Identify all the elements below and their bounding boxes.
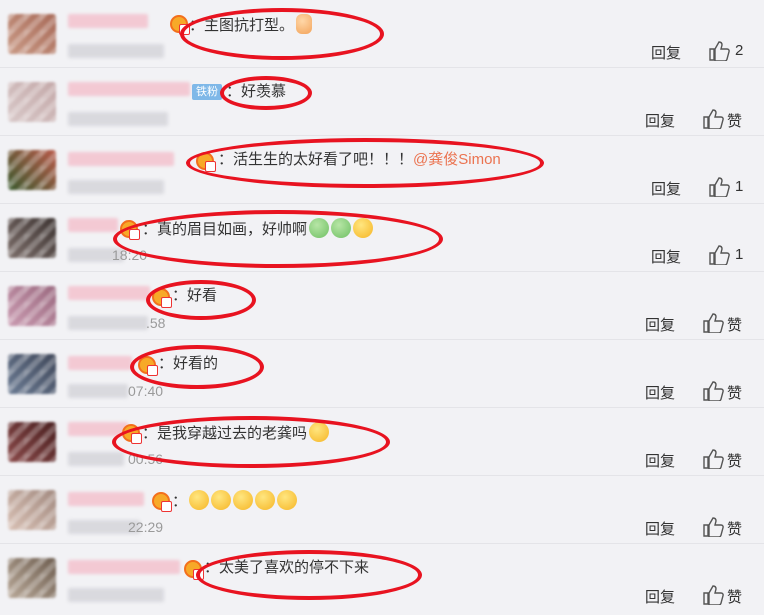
reply-button[interactable]: 回复 — [651, 178, 681, 199]
like-icon[interactable] — [708, 177, 730, 197]
like-count: 赞 — [727, 521, 743, 538]
like-icon[interactable] — [702, 449, 724, 469]
avatar[interactable] — [8, 354, 56, 394]
timestamp: .58 — [146, 315, 166, 331]
like-icon[interactable] — [702, 381, 724, 401]
like-count: 赞 — [727, 589, 743, 606]
comment-row: ：太美了喜欢的停不下来 回复 赞 — [0, 544, 764, 612]
reply-button[interactable]: 回复 — [645, 110, 675, 131]
like-count: 2 — [735, 42, 744, 59]
reply-button[interactable]: 回复 — [651, 42, 681, 63]
comment-row: ： 22:29 回复 赞 — [0, 476, 764, 544]
reply-button[interactable]: 回复 — [645, 450, 675, 471]
like-count: 赞 — [727, 453, 743, 470]
like-count: 1 — [735, 246, 744, 263]
timestamp-blur — [68, 384, 128, 398]
highlight-oval — [130, 345, 264, 389]
username[interactable] — [68, 286, 150, 300]
avatar[interactable] — [8, 558, 56, 598]
vip-icon — [152, 492, 172, 512]
avatar[interactable] — [8, 490, 56, 530]
avatar[interactable] — [8, 422, 56, 462]
emoji-icon — [277, 490, 298, 510]
comment-row: ：是我穿越过去的老龚吗 00:56 回复 赞 — [0, 408, 764, 476]
timestamp: 07:40 — [128, 383, 164, 399]
highlight-oval — [146, 280, 256, 320]
avatar[interactable] — [8, 14, 56, 54]
comment-row: ：活生生的太好看了吧！！！@龚俊Simon 回复 1 — [0, 136, 764, 204]
reply-button[interactable]: 回复 — [645, 518, 675, 539]
reply-button[interactable]: 回复 — [645, 382, 675, 403]
highlight-oval — [220, 76, 312, 110]
comment-row: ：主图抗打型。 回复 2 — [0, 0, 764, 68]
emoji-icon — [233, 490, 254, 510]
highlight-oval — [186, 138, 544, 188]
reply-button[interactable]: 回复 — [651, 246, 681, 267]
like-icon[interactable] — [702, 517, 724, 537]
comment-row: 铁粉 ：好羡慕 回复 赞 — [0, 68, 764, 136]
timestamp-blur — [68, 452, 124, 466]
like-count: 赞 — [727, 317, 743, 334]
reply-button[interactable]: 回复 — [645, 314, 675, 335]
comment-text: ： — [172, 490, 298, 512]
like-icon[interactable] — [702, 109, 724, 129]
username[interactable] — [68, 218, 118, 232]
timestamp: 22:29 — [128, 519, 164, 535]
timestamp — [68, 44, 164, 58]
highlight-oval — [180, 8, 384, 60]
reply-button[interactable]: 回复 — [645, 586, 675, 607]
comment-row: ：好看的 07:40 回复 赞 — [0, 340, 764, 408]
timestamp — [68, 180, 164, 194]
highlight-oval — [113, 210, 443, 268]
avatar[interactable] — [8, 150, 56, 190]
username[interactable] — [68, 492, 144, 506]
username[interactable] — [68, 14, 148, 28]
like-count: 1 — [735, 178, 744, 195]
comment-row: ：真的眉目如画，好帅啊 18:20 回复 1 — [0, 204, 764, 272]
username[interactable] — [68, 560, 180, 574]
highlight-oval — [112, 416, 390, 468]
highlight-oval — [196, 550, 422, 600]
emoji-icon — [211, 490, 232, 510]
timestamp-blur — [68, 316, 148, 330]
avatar[interactable] — [8, 286, 56, 326]
emoji-icon — [255, 490, 276, 510]
like-icon[interactable] — [708, 41, 730, 61]
username[interactable] — [68, 356, 132, 370]
like-count: 赞 — [727, 113, 743, 130]
fan-badge: 铁粉 — [192, 84, 222, 100]
like-icon[interactable] — [702, 313, 724, 333]
timestamp — [68, 588, 164, 602]
username[interactable] — [68, 82, 190, 96]
like-count: 赞 — [727, 385, 743, 402]
like-icon[interactable] — [708, 245, 730, 265]
comment-row: ：好看 .58 回复 赞 — [0, 272, 764, 340]
emoji-icon — [189, 490, 210, 510]
avatar[interactable] — [8, 82, 56, 122]
username[interactable] — [68, 152, 174, 166]
like-icon[interactable] — [702, 585, 724, 605]
avatar[interactable] — [8, 218, 56, 258]
timestamp — [68, 112, 168, 126]
